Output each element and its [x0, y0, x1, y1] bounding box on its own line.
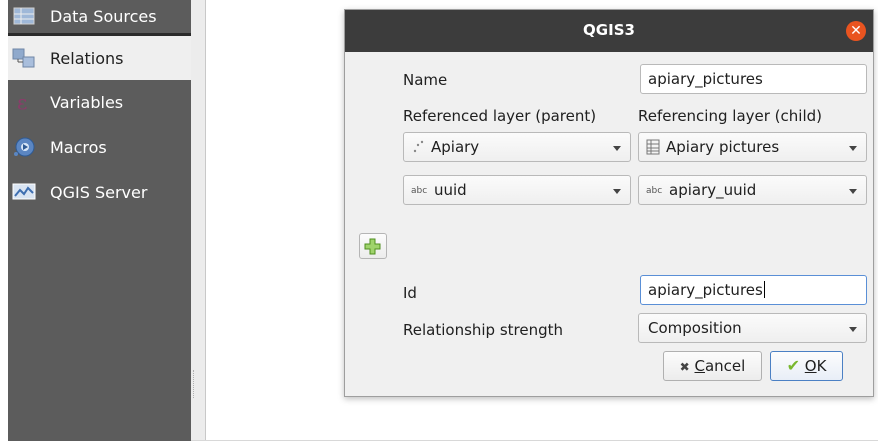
sidebar-item-qgis-server[interactable]: QGIS Server: [8, 170, 191, 214]
relationship-strength-value: Composition: [648, 319, 742, 337]
settings-sidebar: Data Sources Relations ε Variables Macro…: [8, 0, 191, 441]
ok-mnemonic: O: [804, 357, 817, 375]
text-field-type-icon: abc: [411, 186, 428, 196]
relationship-strength-label: Relationship strength: [403, 321, 564, 339]
text-field-type-icon: abc: [646, 186, 663, 196]
sidebar-item-relations[interactable]: Relations: [8, 36, 191, 80]
add-relation-dialog: QGIS3 ✕ Name apiary_pictures Referenced …: [344, 9, 874, 397]
cancel-icon: ✖: [679, 360, 690, 374]
chevron-down-icon: [849, 189, 857, 194]
referencing-field-value: apiary_uuid: [669, 181, 757, 199]
splitter-grip[interactable]: [193, 370, 195, 398]
close-icon[interactable]: ✕: [846, 21, 866, 41]
dialog-title: QGIS3: [583, 21, 635, 39]
id-input[interactable]: apiary_pictures: [640, 275, 867, 305]
table-icon: [12, 5, 36, 27]
table-layer-icon: [646, 133, 660, 173]
referencing-layer-label: Referencing layer (child): [638, 107, 822, 125]
relations-icon: [12, 47, 36, 69]
server-icon: [12, 181, 36, 203]
dialog-titlebar[interactable]: QGIS3 ✕: [345, 10, 873, 52]
add-field-pair-button[interactable]: [359, 233, 387, 259]
sidebar-item-label: QGIS Server: [50, 182, 148, 202]
svg-text:ε: ε: [17, 91, 27, 113]
referenced-field-combo[interactable]: abc uuid: [403, 175, 631, 205]
plus-icon: [364, 238, 381, 255]
chevron-down-icon: [849, 327, 857, 332]
relationship-strength-combo[interactable]: Composition: [638, 313, 867, 343]
sidebar-item-label: Data Sources: [50, 6, 157, 26]
text-cursor: [763, 281, 765, 298]
cancel-label: ancel: [704, 357, 746, 375]
splitter-panel: [191, 0, 206, 441]
sidebar-item-label: Macros: [50, 137, 107, 157]
name-input-value: apiary_pictures: [648, 70, 763, 88]
point-layer-icon: [411, 133, 425, 173]
referenced-layer-label: Referenced layer (parent): [403, 107, 597, 125]
id-label: Id: [403, 284, 417, 302]
name-input[interactable]: apiary_pictures: [640, 64, 867, 94]
sidebar-item-macros[interactable]: Macros: [8, 125, 191, 169]
check-icon: ✔: [786, 356, 800, 375]
referenced-layer-value: Apiary: [431, 138, 480, 156]
sidebar-item-label: Variables: [50, 92, 124, 112]
epsilon-icon: ε: [12, 90, 36, 114]
referencing-field-combo[interactable]: abc apiary_uuid: [638, 175, 867, 205]
chevron-down-icon: [613, 189, 621, 194]
referenced-field-value: uuid: [434, 181, 467, 199]
name-label: Name: [403, 71, 448, 89]
chevron-down-icon: [849, 146, 857, 151]
sidebar-item-variables[interactable]: ε Variables: [8, 80, 191, 124]
id-input-value: apiary_pictures: [648, 281, 763, 299]
sidebar-item-label: Relations: [50, 48, 124, 68]
referenced-layer-combo[interactable]: Apiary: [403, 132, 631, 162]
cancel-button[interactable]: ✖ Cancel: [663, 351, 762, 381]
referencing-layer-combo[interactable]: Apiary pictures: [638, 132, 867, 162]
cancel-mnemonic: C: [694, 357, 705, 375]
ok-button[interactable]: ✔ OK: [770, 351, 843, 381]
referencing-layer-value: Apiary pictures: [666, 138, 780, 156]
chevron-down-icon: [613, 146, 621, 151]
gear-icon: [12, 136, 36, 158]
ok-label: K: [816, 357, 827, 375]
